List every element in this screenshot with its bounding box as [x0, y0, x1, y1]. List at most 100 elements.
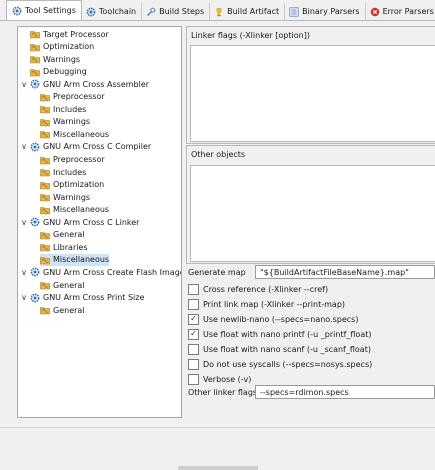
tree-item[interactable]: General [40, 229, 85, 241]
other-linker-flags-label: Other linker flags [188, 387, 258, 397]
options-folder-icon [30, 56, 40, 64]
checkbox-checked[interactable]: ✓ [188, 313, 199, 325]
options-folder-icon [40, 181, 50, 189]
tree-item-label: Preprocessor [53, 155, 105, 164]
tree-item[interactable]: Includes [40, 103, 86, 115]
tree-item[interactable]: Miscellaneous [40, 204, 109, 216]
option-row[interactable]: ✓ Use newlib-nano (--specs=nano.specs) [188, 312, 358, 326]
other-objects-group: Other objects [186, 145, 435, 264]
tree-tool-item[interactable]: GNU Arm Cross Print Size [30, 292, 144, 304]
tree-item-label: General [53, 305, 85, 315]
tree-item-label: General [53, 280, 85, 290]
options-folder-icon [40, 169, 50, 177]
linker-flags-list[interactable] [190, 45, 435, 142]
tree-item-label: Includes [53, 104, 87, 114]
options-folder-icon [40, 231, 50, 240]
build-steps-icon [147, 7, 156, 16]
tree-item-label: GNU Arm Cross Assembler [43, 79, 150, 89]
option-row[interactable]: Do not use syscalls (--specs=nosys.specs… [188, 358, 372, 372]
option-row[interactable]: Print link map (-Xlinker --print-map) [188, 297, 345, 311]
tree-item-label: Libraries [53, 242, 88, 252]
chevron-down-icon[interactable]: ∨ [20, 141, 28, 153]
linker-flags-label: Linker flags (-Xlinker [option]) [191, 31, 310, 40]
bottom-divider [0, 427, 435, 428]
options-folder-icon [40, 244, 50, 252]
option-label: Use float with nano scanf (-u _scanf_flo… [203, 344, 371, 354]
tree-tool-item[interactable]: GNU Arm Cross C Compiler [30, 141, 151, 153]
tree-item[interactable]: Warnings [40, 116, 90, 128]
checkbox[interactable] [188, 283, 199, 295]
tree-item[interactable]: Includes [40, 166, 86, 178]
toolchain-icon [86, 7, 96, 16]
tree-tool-item[interactable]: GNU Arm Cross Assembler [30, 78, 149, 90]
option-row[interactable]: ✓ Use float with nano printf (-u _printf_… [188, 327, 371, 341]
tree-item-label: Debugging [43, 67, 87, 77]
option-label: Verbose (-v) [203, 375, 252, 385]
tree-item[interactable]: Debugging [30, 66, 87, 78]
tree-item[interactable]: Optimization [40, 179, 104, 191]
tree-item[interactable]: Preprocessor [40, 154, 105, 166]
chevron-down-icon[interactable]: ∨ [20, 216, 28, 228]
tab-tool-settings[interactable]: Tool Settings [6, 0, 82, 20]
tree-item-label: Optimization [43, 42, 95, 52]
tab-toolchain[interactable]: Toolchain [82, 3, 143, 20]
tree-item[interactable]: Miscellaneous [40, 253, 110, 266]
tool-settings-icon [12, 6, 22, 15]
option-label: Cross reference (-Xlinker --cref) [203, 284, 329, 294]
tree-item[interactable]: Miscellaneous [40, 128, 109, 140]
tab-binary-parsers[interactable]: Binary Parsers [285, 3, 366, 20]
checkbox[interactable] [188, 359, 199, 370]
other-objects-list[interactable] [190, 165, 435, 262]
tab-error-parsers[interactable]: Error Parsers [366, 3, 435, 20]
tree-item-label: Miscellaneous [53, 255, 110, 265]
tree-item[interactable]: General [40, 304, 85, 316]
chevron-down-icon[interactable]: ∨ [20, 78, 28, 90]
tab-build-steps[interactable]: Build Steps [142, 3, 211, 20]
tree-item[interactable]: Preprocessor [40, 91, 105, 103]
checkbox[interactable] [188, 298, 199, 310]
horizontal-scrollbar[interactable] [178, 466, 258, 470]
tree-item[interactable]: Target Processor [30, 28, 109, 40]
tree-tool-item[interactable]: GNU Arm Cross C Linker [30, 216, 139, 228]
tool-gear-icon [30, 79, 40, 89]
chevron-down-icon[interactable]: ∨ [20, 266, 28, 278]
options-folder-icon [40, 156, 50, 164]
tool-gear-icon [30, 142, 40, 152]
chevron-down-icon[interactable]: ∨ [20, 292, 28, 304]
tool-gear-icon [30, 293, 40, 302]
checkbox-checked[interactable]: ✓ [188, 328, 199, 340]
tab-divider [0, 20, 435, 21]
tree-item[interactable]: Libraries [40, 241, 88, 253]
tab-build-artifact[interactable]: Build Artifact [210, 3, 286, 20]
option-row[interactable]: Use float with nano scanf (-u _scanf_flo… [188, 342, 371, 356]
options-folder-icon [30, 31, 40, 39]
tree-item-label: GNU Arm Cross C Compiler [43, 142, 152, 152]
generate-map-field[interactable]: "${BuildArtifactFileBaseName}.map" [255, 265, 435, 279]
tab-bar: Tool Settings Toolchain Build Steps Build A… [0, 0, 435, 20]
tree-item-label: Warnings [43, 54, 81, 64]
checkbox[interactable] [188, 343, 199, 355]
other-linker-flags-field[interactable]: --specs=rdimon.specs [255, 385, 435, 399]
tree-item[interactable]: Warnings [30, 53, 80, 65]
tree-item[interactable]: Warnings [40, 191, 90, 203]
tool-gear-icon [30, 217, 40, 227]
options-folder-icon [40, 93, 50, 102]
tree-item[interactable]: Optimization [30, 41, 94, 53]
tab-label: Build Artifact [227, 7, 280, 16]
options-folder-icon [40, 106, 50, 114]
tree-item-label: General [53, 230, 85, 240]
tree-item-label: GNU Arm Cross C Linker [43, 217, 140, 227]
other-objects-label: Other objects [191, 150, 246, 159]
tab-label: Build Steps [159, 7, 205, 16]
option-row[interactable]: Cross reference (-Xlinker --cref) [188, 282, 328, 296]
options-folder-icon [40, 257, 50, 265]
settings-tree[interactable]: Target Processor Optimization Warnings Debu… [17, 26, 182, 418]
tree-item[interactable]: General [40, 279, 85, 291]
tree-item-label: Warnings [53, 192, 91, 202]
options-folder-icon [40, 282, 50, 290]
checkbox[interactable] [188, 374, 199, 386]
options-folder-icon [40, 307, 50, 315]
tree-item-label: Includes [53, 167, 87, 177]
tree-tool-item[interactable]: GNU Arm Cross Create Flash Image [30, 266, 181, 278]
linker-flags-group: Linker flags (-Xlinker [option]) [186, 26, 435, 144]
